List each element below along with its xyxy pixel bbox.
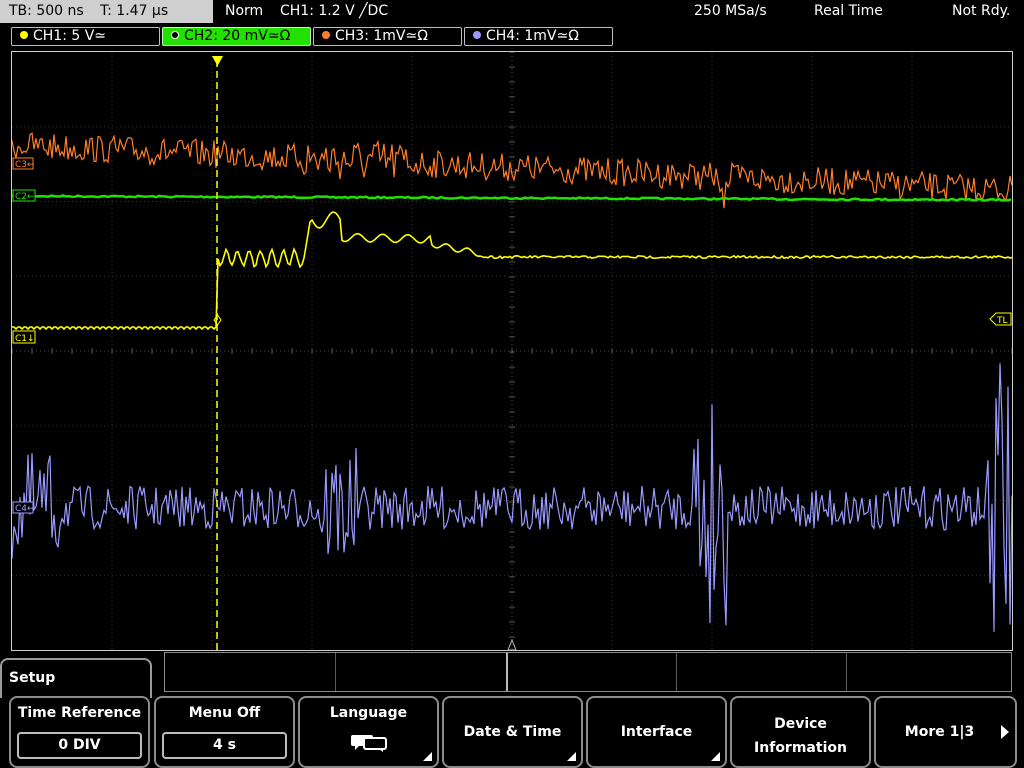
ch3-offset-marker[interactable]: C3← [12,157,35,170]
submenu-indicator-icon [567,752,576,761]
softkey-label-line2: Information [754,740,847,756]
channel-tab-ch1[interactable]: CH1: 5 V≃ [11,27,160,46]
ch1-waveform [12,211,1012,331]
trigger-level-marker[interactable]: TL [989,312,1012,326]
ch1-offset-marker[interactable]: C1↓ [12,330,36,344]
ch2-dot-icon [171,31,179,39]
channel-label: CH2: 20 mV≃Ω [184,28,291,44]
status-bar: Norm CH1: 1.2 V ╱DC 250 MSa/s Real Time … [213,0,1024,23]
channel-label: CH1: 5 V≃ [33,28,107,44]
channel-tab-ch2[interactable]: CH2: 20 mV≃Ω [162,27,311,46]
softkey-label: Time Reference [17,705,142,721]
softkey-label-line1: Device [774,716,827,732]
language-softkey[interactable]: Language [298,696,439,768]
next-page-icon [1001,725,1009,739]
svg-text:C1↓: C1↓ [15,334,35,344]
channel-label: CH4: 1mV≃Ω [486,28,579,44]
language-icon [350,735,387,752]
trigger-position-marker-icon[interactable] [212,56,223,66]
svg-text:C3←: C3← [15,160,35,170]
softkey-label: Language [329,705,408,721]
waveform-canvas: T C3← C2← C1↓ C4← TL [12,52,1012,650]
trigger-mode[interactable]: Norm [225,0,263,23]
channel-tab-ch3[interactable]: CH3: 1mV≃Ω [313,27,462,46]
svg-text:C2←: C2← [15,192,35,202]
menu-off-value: 4 s [162,732,287,759]
submenu-indicator-icon [711,752,720,761]
device-information-softkey[interactable]: Device Information [730,696,871,768]
timebase-panel[interactable]: TB: 500 ns T: 1.47 µs [0,0,213,23]
ch4-offset-marker[interactable]: C4← [12,501,35,514]
acquisition-mode: Real Time [814,3,883,19]
sample-rate: 250 MSa/s [694,3,767,19]
channel-label: CH3: 1mV≃Ω [335,28,428,44]
trigger-status: Not Rdy. [952,3,1011,19]
ch4-dot-icon [473,31,481,39]
date-time-softkey[interactable]: Date & Time [442,696,583,768]
ch3-dot-icon [322,31,330,39]
softkey-label: Menu Off [188,705,261,721]
ch1-dot-icon [20,31,28,39]
trigger-time-value: T: 1.47 µs [100,3,169,19]
ch2-offset-marker[interactable]: C2← [12,189,36,202]
trigger-settings[interactable]: CH1: 1.2 V ╱DC [280,0,388,23]
menu-off-softkey[interactable]: Menu Off 4 s [154,696,295,768]
softkey-label: Date & Time [463,724,562,740]
channel-tab-ch4[interactable]: CH4: 1mV≃Ω [464,27,613,46]
svg-text:TL: TL [996,316,1008,326]
softkey-label: Interface [620,724,693,740]
svg-text:C4←: C4← [15,504,35,514]
time-reference-value: 0 DIV [17,732,142,759]
interface-softkey[interactable]: Interface [586,696,727,768]
timebase-value: TB: 500 ns [9,3,84,19]
ch4-waveform [12,363,1012,632]
menu-title: Setup [9,670,56,686]
more-softkey[interactable]: More 1|3 [874,696,1017,768]
waveform-display[interactable]: T C3← C2← C1↓ C4← TL [11,51,1013,651]
softkey-label: More 1|3 [904,724,975,740]
menu-title-tab: Setup [0,658,152,698]
channel-tabs: CH1: 5 V≃ CH2: 20 mV≃Ω CH3: 1mV≃Ω CH4: 1… [0,24,1024,48]
zoom-overview-panel [164,652,1012,692]
submenu-indicator-icon [423,752,432,761]
time-reference-softkey[interactable]: Time Reference 0 DIV [9,696,150,768]
